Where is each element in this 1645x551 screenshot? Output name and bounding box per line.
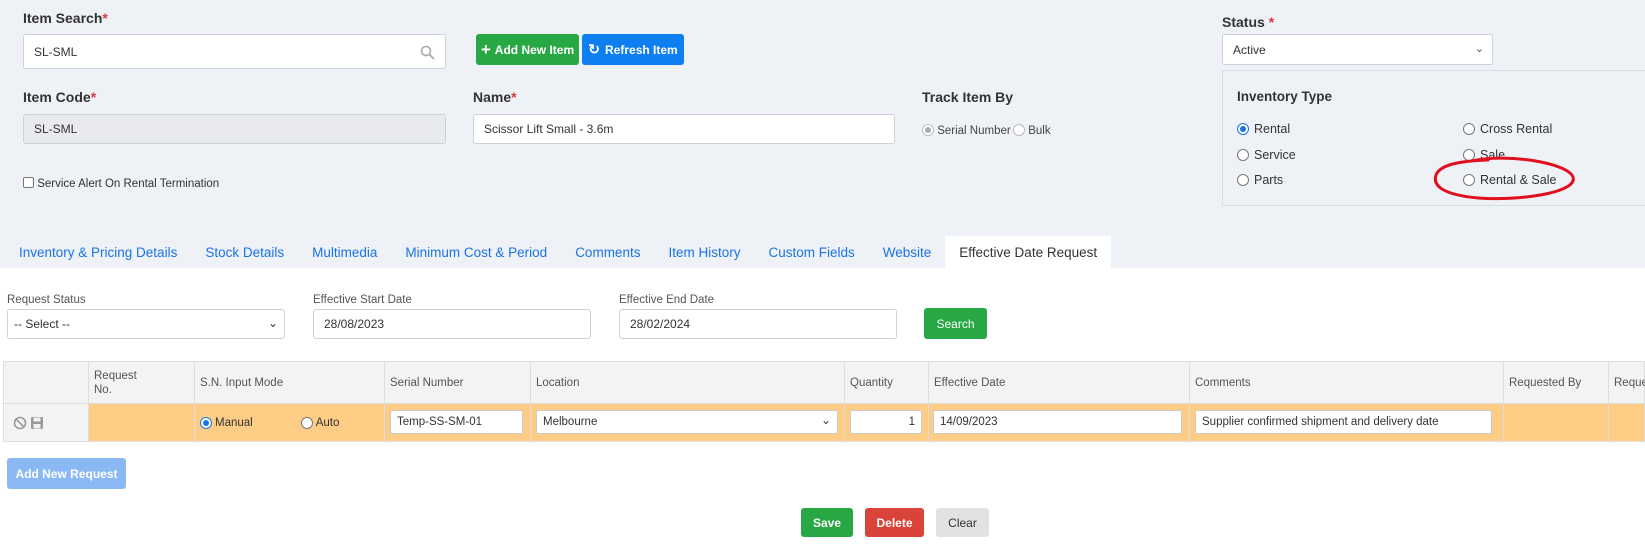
effective-start-date-label: Effective Start Date (313, 294, 412, 306)
inventory-type-cross-rental[interactable]: Cross Rental (1463, 122, 1552, 136)
cross-rental-radio[interactable] (1463, 123, 1475, 135)
tab-minimum-cost[interactable]: Minimum Cost & Period (391, 236, 561, 268)
item-code-label: Item Code* (23, 89, 97, 105)
grid-header-request-no: Request No. (88, 362, 194, 403)
grid-row-requested-date (1608, 404, 1645, 441)
clear-button[interactable]: Clear (936, 508, 989, 537)
grid-row-requested-by (1503, 404, 1608, 441)
grid-row-sn-input-mode: Manual Auto (194, 404, 384, 441)
cancel-icon[interactable] (13, 416, 27, 430)
plus-icon: + (480, 39, 491, 59)
delete-button[interactable]: Delete (865, 508, 924, 537)
grid-row-actions (4, 404, 88, 441)
add-new-item-button[interactable]: + Add New Item (476, 34, 579, 65)
tab-website[interactable]: Website (869, 236, 946, 268)
grid-header-row: Request No. S.N. Input Mode Serial Number… (3, 361, 1645, 404)
grid-header-actions (4, 362, 88, 403)
grid-header-requested-by: Requested By (1503, 362, 1608, 403)
location-select[interactable]: Melbourne ⌄ (536, 410, 838, 434)
add-new-request-button[interactable]: Add New Request (7, 458, 126, 489)
add-new-item-label: Add New Item (494, 42, 575, 57)
tab-bar: Inventory & Pricing Details Stock Detail… (5, 236, 1112, 268)
service-alert-checkbox[interactable] (23, 177, 34, 188)
serial-number-radio (922, 124, 934, 136)
request-status-label: Request Status (7, 294, 86, 306)
search-icon[interactable] (420, 45, 435, 60)
service-alert-option[interactable]: Service Alert On Rental Termination (23, 177, 219, 190)
service-alert-label: Service Alert On Rental Termination (37, 178, 220, 190)
status-select[interactable]: Active ⌄ (1222, 34, 1493, 65)
item-search-input[interactable]: SL-SML (23, 34, 446, 69)
bulk-radio (1013, 124, 1025, 136)
tab-comments[interactable]: Comments (561, 236, 654, 268)
grid-row-request-no (88, 404, 194, 441)
status-label: Status * (1222, 14, 1275, 30)
inventory-type-parts[interactable]: Parts (1237, 173, 1283, 187)
track-serial-number-option: Serial Number (922, 124, 1011, 137)
tab-inventory-pricing[interactable]: Inventory & Pricing Details (5, 236, 191, 268)
serial-number-input[interactable]: Temp-SS-SM-01 (390, 410, 523, 434)
tab-multimedia[interactable]: Multimedia (298, 236, 391, 268)
quantity-input[interactable]: 1 (850, 410, 922, 434)
tab-item-history[interactable]: Item History (654, 236, 754, 268)
name-label: Name* (473, 89, 517, 105)
refresh-icon: ↻ (588, 41, 601, 57)
rental-radio[interactable] (1237, 123, 1249, 135)
grid-header-location: Location (530, 362, 844, 403)
chevron-down-icon: ⌄ (267, 316, 278, 330)
service-radio[interactable] (1237, 149, 1249, 161)
effective-end-date-label: Effective End Date (619, 294, 715, 306)
effective-date-input[interactable]: 14/09/2023 (933, 410, 1182, 434)
grid-header-comments: Comments (1189, 362, 1503, 403)
search-button[interactable]: Search (924, 308, 987, 339)
grid-header-serial-number: Serial Number (384, 362, 530, 403)
inventory-type-title: Inventory Type (1237, 89, 1333, 104)
track-item-by-label: Track Item By (922, 89, 1014, 105)
refresh-item-button[interactable]: ↻ Refresh Item (582, 34, 684, 65)
tab-custom-fields[interactable]: Custom Fields (754, 236, 868, 268)
track-bulk-option: Bulk (1013, 124, 1051, 137)
grid-header-effective-date: Effective Date (928, 362, 1189, 403)
chevron-down-icon: ⌄ (1474, 43, 1484, 55)
item-search-label: Item Search* (23, 10, 108, 26)
manual-mode-radio[interactable] (200, 416, 212, 429)
effective-start-date-input[interactable]: 28/08/2023 (313, 309, 591, 339)
save-button[interactable]: Save (801, 508, 853, 537)
grid-header-sn-input-mode: S.N. Input Mode (194, 362, 384, 403)
name-input[interactable]: Scissor Lift Small - 3.6m (473, 114, 895, 144)
auto-mode-radio[interactable] (300, 416, 313, 429)
comments-input[interactable]: Supplier confirmed shipment and delivery… (1195, 410, 1492, 434)
request-status-select[interactable]: -- Select -- ⌄ (7, 309, 285, 339)
grid-header-quantity: Quantity (844, 362, 928, 403)
tab-effective-date-request[interactable]: Effective Date Request (945, 236, 1112, 268)
effective-end-date-input[interactable]: 28/02/2024 (619, 309, 897, 339)
parts-radio[interactable] (1237, 174, 1249, 186)
inventory-type-service[interactable]: Service (1237, 148, 1296, 162)
annotation-circle (1433, 156, 1575, 201)
inventory-type-rental[interactable]: Rental (1237, 122, 1290, 136)
chevron-down-icon: ⌄ (820, 413, 831, 427)
save-icon[interactable] (30, 416, 44, 430)
refresh-item-label: Refresh Item (605, 42, 678, 57)
item-code-input: SL-SML (23, 114, 446, 144)
grid-header-requested-date: Reques (1608, 362, 1645, 403)
tab-stock-details[interactable]: Stock Details (191, 236, 298, 268)
grid-data-row: Manual Auto Temp-SS-SM-01 Melbourne ⌄ 1 … (3, 404, 1645, 442)
